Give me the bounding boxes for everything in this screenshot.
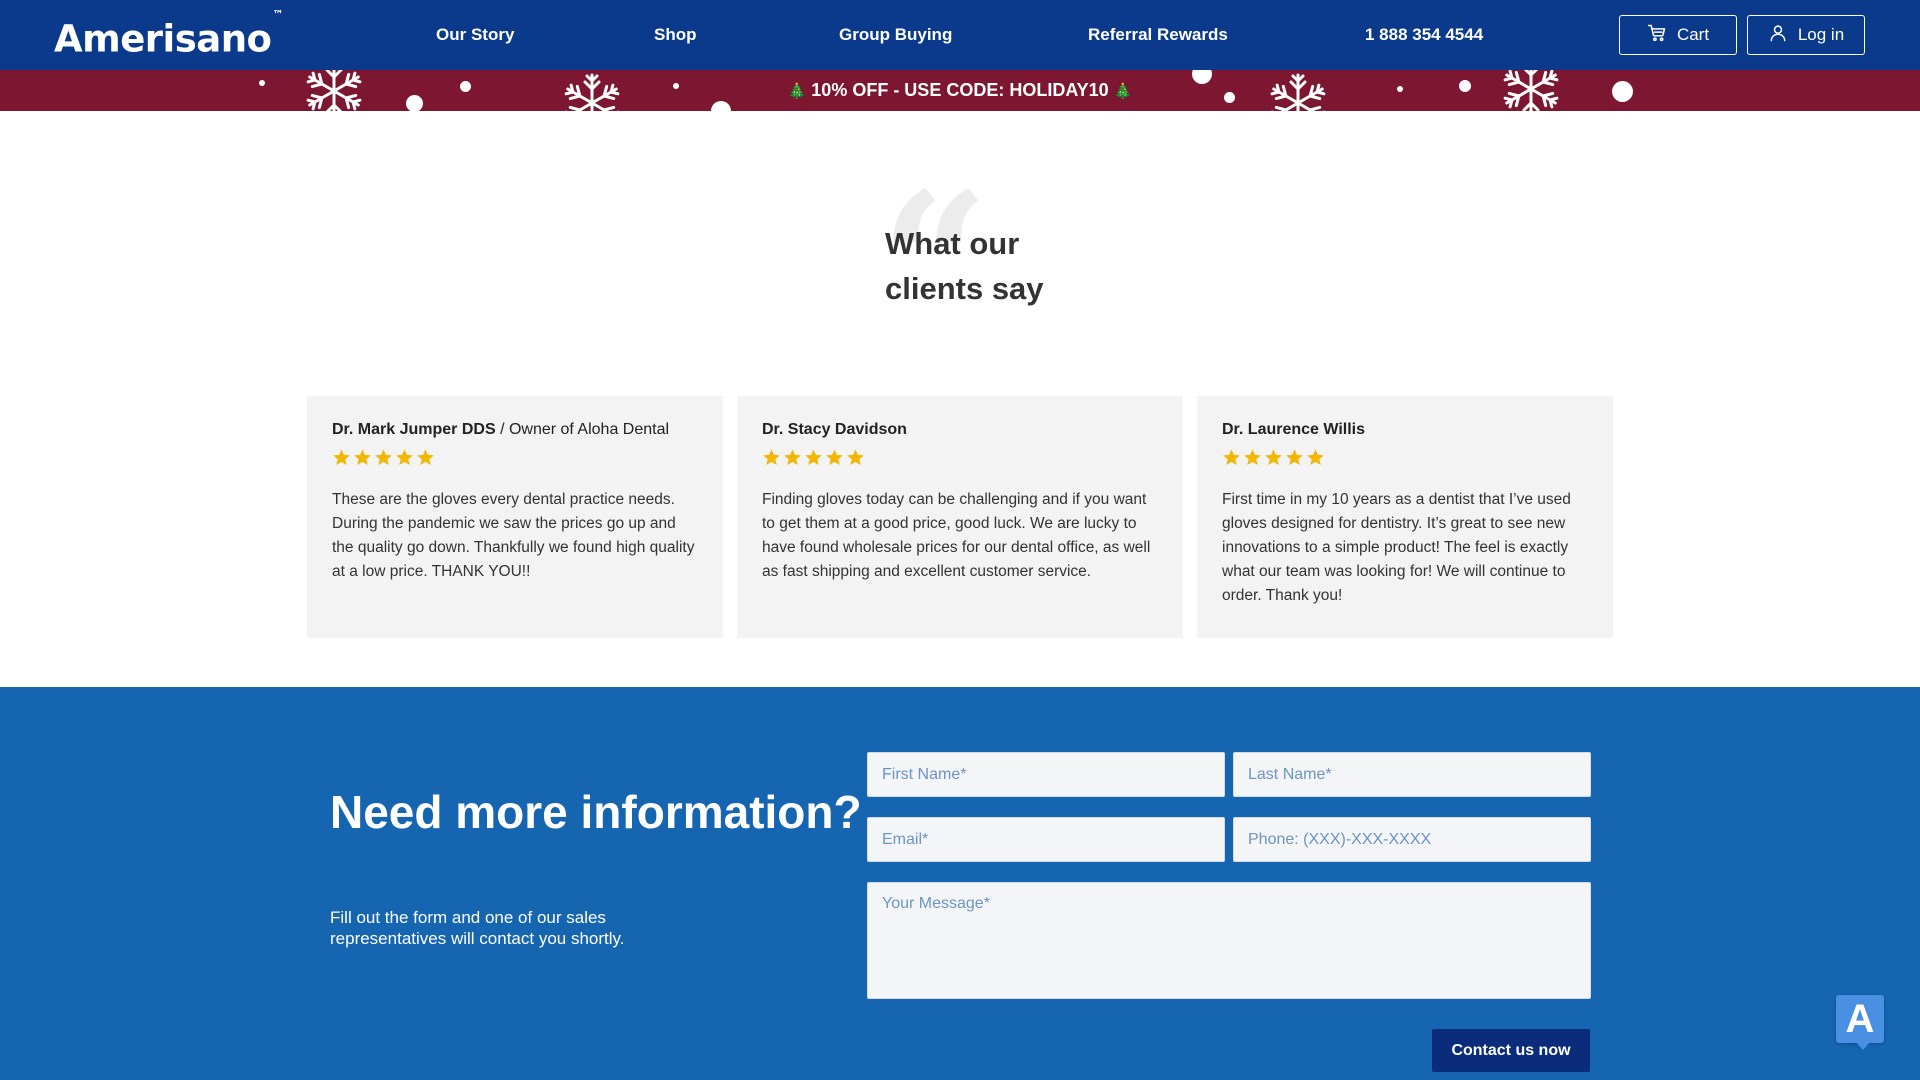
- star-icon: [396, 449, 413, 466]
- login-button[interactable]: Log in: [1747, 15, 1865, 55]
- snow-dot: [711, 101, 731, 111]
- star-icon: [826, 449, 843, 466]
- testimonial-text: These are the gloves every dental practi…: [332, 491, 695, 580]
- star-rating: [332, 448, 698, 472]
- nav-referral-rewards[interactable]: Referral Rewards: [1088, 25, 1228, 45]
- contact-subtitle: Fill out the form and one of our sales r…: [330, 908, 625, 948]
- user-icon: [1768, 23, 1788, 48]
- reviewer-role: / Owner of Aloha Dental: [500, 421, 670, 438]
- testimonial-text: First time in my 10 years as a dentist t…: [1222, 491, 1571, 604]
- logo-text: Amerisano: [54, 17, 272, 61]
- star-icon: [805, 449, 822, 466]
- reviewer: Dr. Stacy Davidson: [762, 420, 1158, 440]
- promo-text: 🎄 10% OFF - USE CODE: HOLIDAY10 🎄: [0, 80, 1920, 102]
- contact-section: Need more information? Fill out the form…: [0, 687, 1920, 1080]
- email-input[interactable]: [867, 817, 1225, 862]
- testimonial-text: Finding gloves today can be challenging …: [762, 491, 1151, 580]
- first-name-input[interactable]: [867, 752, 1225, 797]
- star-icon: [784, 449, 801, 466]
- star-icon: [1244, 449, 1261, 466]
- cart-button[interactable]: Cart: [1619, 15, 1737, 55]
- phone-input[interactable]: [1233, 817, 1591, 862]
- nav-shop[interactable]: Shop: [654, 25, 697, 45]
- logo[interactable]: Amerisano™: [54, 8, 283, 61]
- cart-label: Cart: [1676, 25, 1710, 44]
- testimonial-card: Dr. Stacy Davidson Finding gloves today …: [737, 396, 1183, 638]
- star-icon: [1265, 449, 1282, 466]
- testimonial-card: Dr. Mark Jumper DDS / Owner of Aloha Den…: [307, 396, 723, 638]
- site-header: Amerisano™ Our Story Shop Group Buying R…: [0, 0, 1920, 70]
- trademark-mark: ™: [272, 8, 284, 21]
- cart-icon: [1647, 23, 1667, 48]
- star-icon: [375, 449, 392, 466]
- nav-group-buying[interactable]: Group Buying: [839, 25, 952, 45]
- reviewer: Dr. Mark Jumper DDS / Owner of Aloha Den…: [332, 420, 698, 440]
- star-icon: [1307, 449, 1324, 466]
- reviewer-name: Dr. Laurence Willis: [1222, 421, 1366, 438]
- message-textarea[interactable]: [867, 882, 1591, 999]
- contact-us-button[interactable]: Contact us now: [1432, 1029, 1590, 1072]
- login-label: Log in: [1797, 25, 1845, 44]
- promo-code-text: 10% OFF - USE CODE: HOLIDAY10: [811, 80, 1109, 100]
- testimonial-card: Dr. Laurence Willis First time in my 10 …: [1197, 396, 1613, 638]
- star-icon: [417, 449, 434, 466]
- star-icon: [354, 449, 371, 466]
- accessibility-widget-button[interactable]: A: [1836, 995, 1884, 1050]
- promo-banner: 🎄 10% OFF - USE CODE: HOLIDAY10 🎄: [0, 70, 1920, 111]
- star-icon: [763, 449, 780, 466]
- star-icon: [333, 449, 350, 466]
- testimonials-title: What our clients say: [885, 226, 1044, 306]
- reviewer-name: Dr. Stacy Davidson: [762, 421, 907, 438]
- nav-our-story[interactable]: Our Story: [436, 25, 514, 45]
- last-name-input[interactable]: [1233, 752, 1591, 797]
- star-rating: [1222, 448, 1588, 472]
- star-icon: [847, 449, 864, 466]
- reviewer-name: Dr. Mark Jumper DDS: [332, 421, 496, 438]
- star-rating: [762, 448, 1158, 472]
- christmas-tree-icon: 🎄: [787, 83, 807, 100]
- star-icon: [1286, 449, 1303, 466]
- christmas-tree-icon: 🎄: [1113, 83, 1133, 100]
- reviewer: Dr. Laurence Willis: [1222, 420, 1588, 440]
- star-icon: [1223, 449, 1240, 466]
- contact-title: Need more information?: [330, 786, 862, 838]
- nav-phone-number[interactable]: 1 888 354 4544: [1365, 25, 1483, 45]
